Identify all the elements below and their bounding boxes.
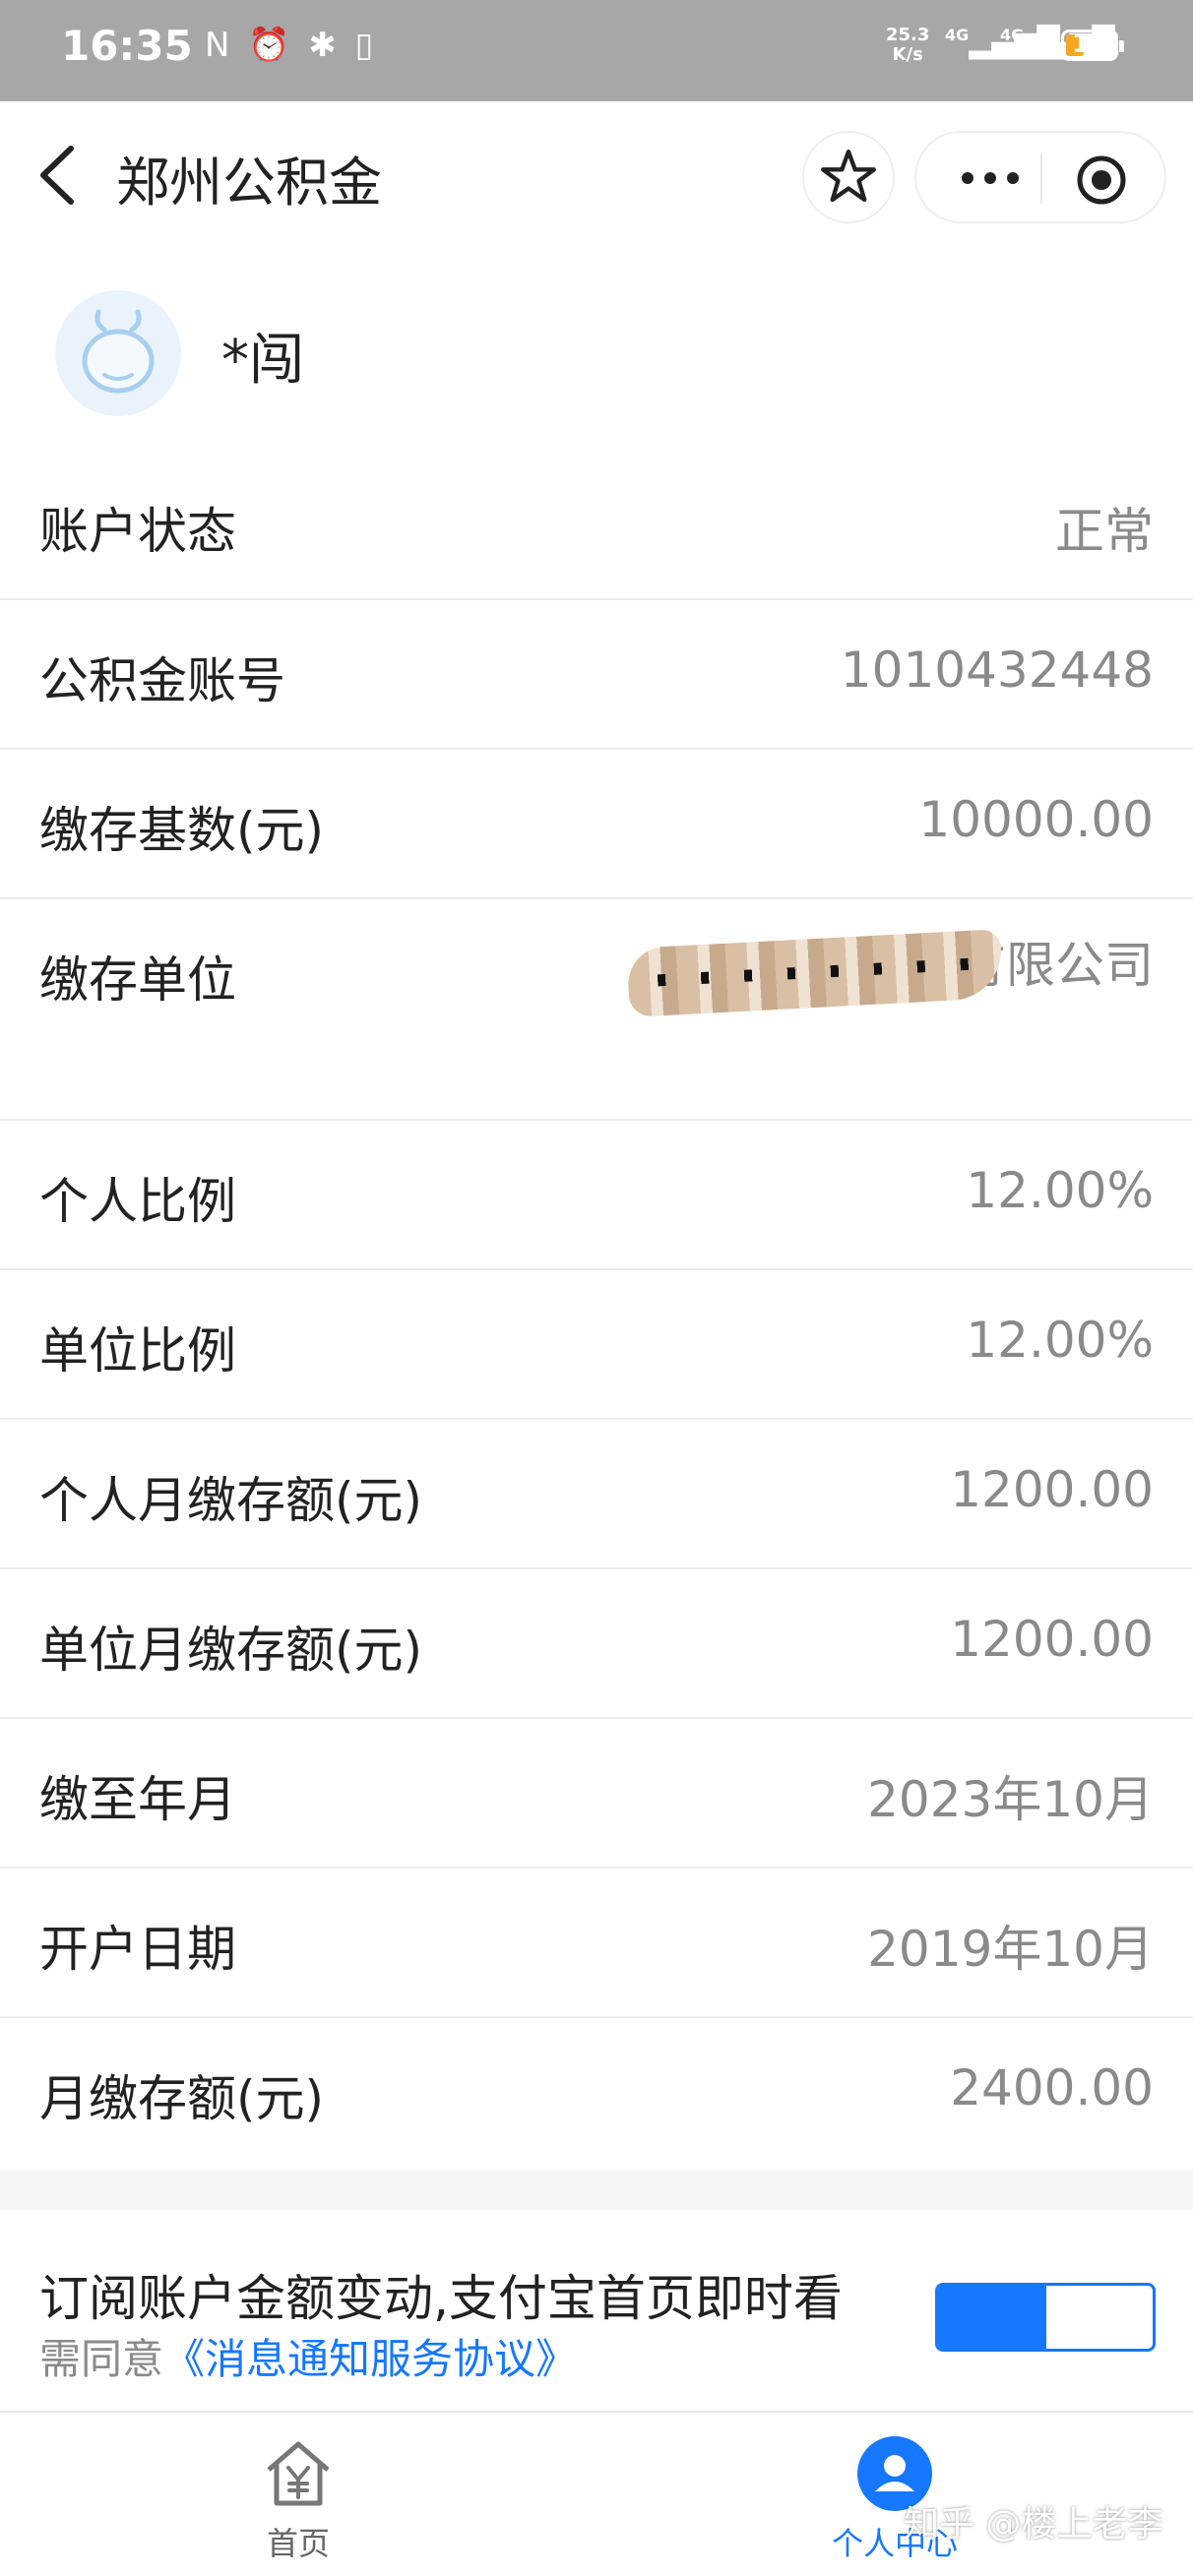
row-value: 12.00%	[966, 1312, 1154, 1369]
row-label: 月缴存额(元)	[39, 2070, 325, 2127]
user-header: *闯	[0, 249, 1193, 446]
row-label: 缴存单位	[39, 951, 236, 1009]
agreement-link[interactable]: 《消息通知服务协议》	[163, 2335, 577, 2383]
row-label: 公积金账号	[39, 652, 285, 709]
row-label: 个人比例	[39, 1173, 236, 1230]
row-label: 账户状态	[39, 503, 236, 560]
list-item: 缴存基数(元) 10000.00	[0, 750, 1193, 899]
user-name: *闯	[221, 329, 304, 393]
tab-profile[interactable]: 个人中心	[596, 2413, 1193, 2576]
row-value: 2023年10月	[867, 1771, 1154, 1828]
list-item: 单位月缴存额(元) 1200.00	[0, 1569, 1193, 1719]
row-value: 正常	[1055, 503, 1154, 560]
list-item: 账户状态 正常	[0, 451, 1193, 600]
subscribe-agreement: 需同意《消息通知服务协议》	[39, 2326, 577, 2386]
battery-icon: 18	[1061, 30, 1124, 61]
list-item: 单位比例 12.00%	[0, 1270, 1193, 1420]
agreement-prefix: 需同意	[39, 2335, 164, 2383]
home-yen-icon	[267, 2441, 330, 2506]
tab-home-label: 首页	[266, 2525, 330, 2562]
status-left-icons: N ⏰ ✱ ▯	[205, 26, 378, 65]
subscribe-section: 订阅账户金额变动,支付宝首页即时看 需同意《消息通知服务协议》	[0, 2210, 1193, 2411]
subscribe-text: 订阅账户金额变动,支付宝首页即时看	[39, 2270, 843, 2327]
back-icon[interactable]	[30, 141, 89, 210]
tab-bar: 首页 个人中心	[0, 2411, 1193, 2574]
list-item: 开户日期 2019年10月	[0, 1869, 1193, 2018]
target-icon[interactable]	[1074, 153, 1129, 208]
row-label: 单位月缴存额(元)	[39, 1622, 423, 1679]
row-value: 2400.00	[950, 2059, 1154, 2116]
avatar-icon	[82, 309, 155, 394]
nav-bar: 郑州公积金	[0, 101, 1193, 249]
row-value: 12.00%	[966, 1162, 1154, 1219]
list-item: 公积金账号 1010432448	[0, 600, 1193, 750]
row-value: 1200.00	[950, 1461, 1154, 1518]
account-info-list: 账户状态 正常 公积金账号 1010432448 缴存基数(元) 10000.0…	[0, 451, 1193, 2168]
row-value: 2019年10月	[867, 1921, 1154, 1978]
row-label: 个人月缴存额(元)	[39, 1472, 423, 1529]
list-item: 月缴存额(元) 2400.00	[0, 2018, 1193, 2168]
list-item: 缴至年月 2023年10月	[0, 1719, 1193, 1869]
watermark: 知乎 @楼上老李	[904, 2504, 1163, 2545]
row-label: 单位比例	[39, 1322, 236, 1380]
favorite-button[interactable]	[802, 131, 895, 223]
status-bar: 16:35 N ⏰ ✱ ▯ 25.3 K/s 4G▂▄▆█ 4G▂▄▆█ 18	[0, 0, 1193, 101]
more-icon[interactable]	[956, 156, 1025, 200]
avatar	[55, 290, 181, 416]
section-divider	[0, 2171, 1193, 2210]
network-speed-value: 25.3	[886, 25, 930, 45]
row-label: 缴至年月	[39, 1771, 236, 1828]
row-value: 10000.00	[918, 791, 1154, 848]
list-item: 个人比例 12.00%	[0, 1121, 1193, 1270]
row-label: 缴存基数(元)	[39, 802, 325, 859]
tab-home[interactable]: 首页	[0, 2413, 596, 2576]
battery-level: 18	[1071, 30, 1108, 59]
network-speed-unit: K/s	[892, 44, 923, 65]
row-value: 1010432448	[840, 642, 1154, 699]
capsule-divider	[1040, 154, 1042, 204]
list-item: 缴存单位 河南 有限公司	[0, 899, 1193, 1121]
network-speed: 25.3 K/s	[886, 26, 929, 65]
mini-program-capsule	[914, 131, 1166, 223]
page-title: 郑州公积金	[116, 152, 382, 214]
row-value: 1200.00	[950, 1611, 1154, 1668]
status-time: 16:35	[61, 22, 193, 70]
toggle-on-segment	[938, 2286, 1046, 2349]
row-label: 开户日期	[39, 1921, 236, 1978]
list-item: 个人月缴存额(元) 1200.00	[0, 1420, 1193, 1569]
subscribe-toggle[interactable]	[935, 2283, 1156, 2352]
star-icon	[820, 149, 877, 203]
